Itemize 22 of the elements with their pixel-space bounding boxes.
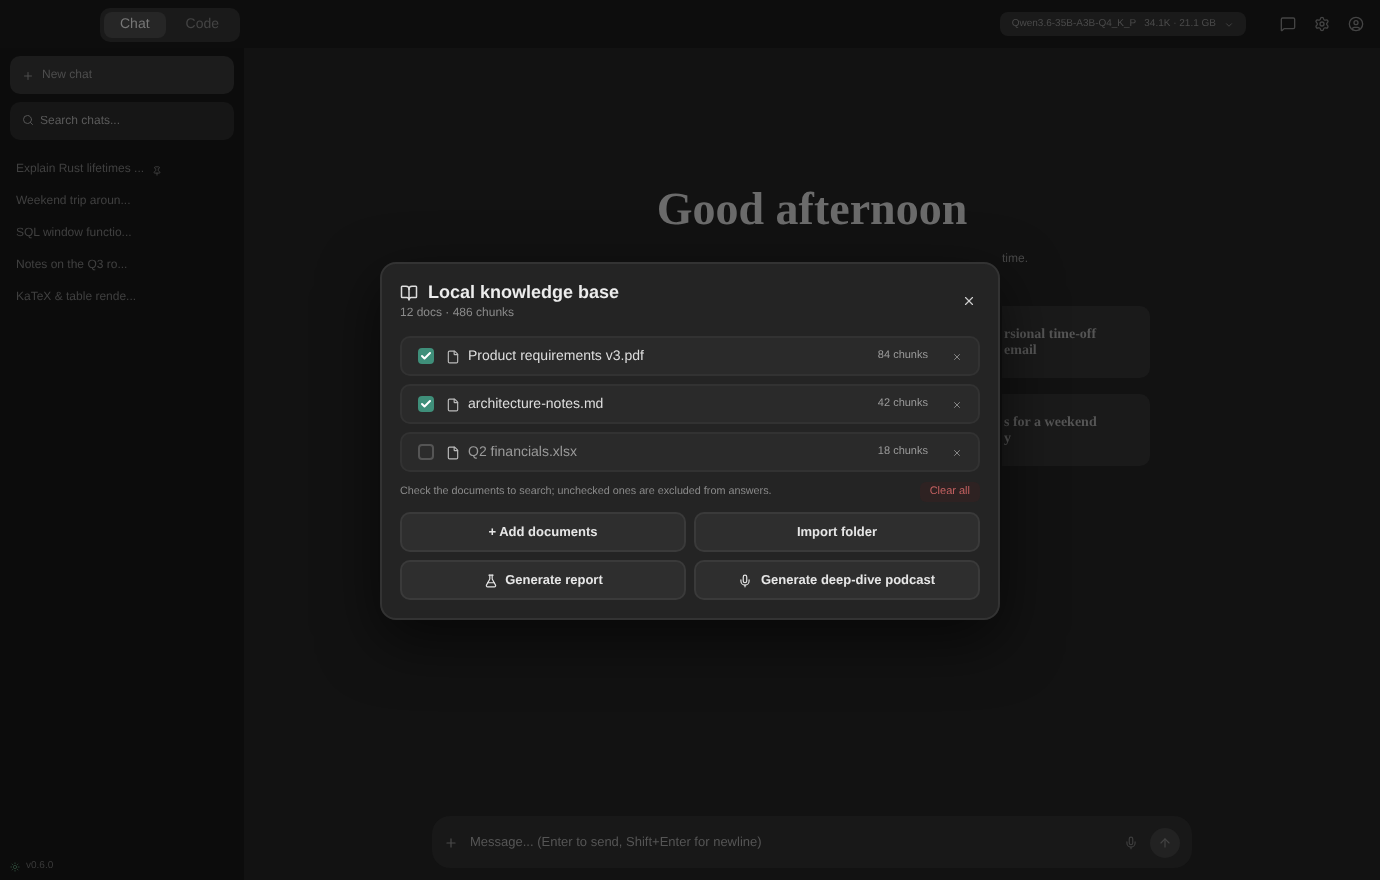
file-icon [446, 397, 460, 411]
status-icon [10, 861, 20, 871]
plus-icon[interactable] [444, 835, 458, 849]
arrow-up-icon [1158, 835, 1172, 849]
dialog-title: Local knowledge base [428, 282, 620, 302]
file-icon [446, 445, 460, 459]
chat-bubble-icon[interactable] [1280, 16, 1296, 32]
file-icon [446, 349, 460, 363]
plus-icon [22, 69, 34, 81]
settings-icon[interactable] [1314, 16, 1330, 32]
send-button[interactable] [1150, 827, 1180, 857]
user-icon[interactable] [1348, 16, 1364, 32]
flask-icon [483, 573, 498, 587]
checkbox[interactable] [418, 348, 434, 364]
search-icon [22, 114, 34, 126]
book-icon [400, 283, 418, 301]
greeting: Good afternoon [656, 184, 968, 236]
chevron-icon [1224, 19, 1234, 29]
microphone-icon [738, 573, 753, 587]
checkbox[interactable] [418, 396, 434, 412]
microphone-icon[interactable] [1124, 835, 1138, 849]
checkbox[interactable] [418, 444, 434, 460]
